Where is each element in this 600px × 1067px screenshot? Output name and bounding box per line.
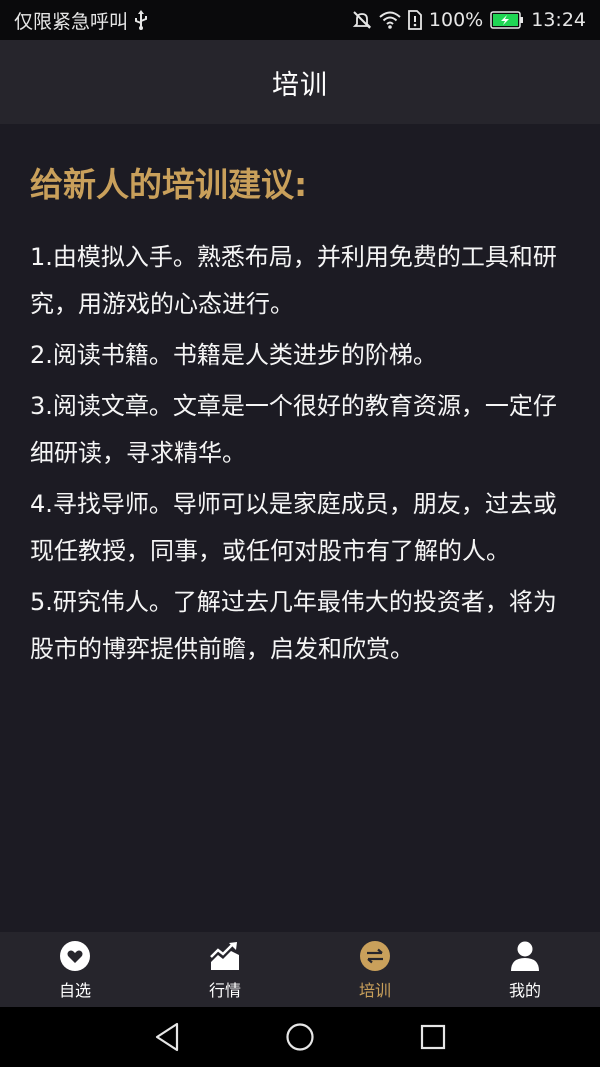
status-bar: 仅限紧急呼叫 100% 13:24 [0, 0, 600, 40]
back-icon[interactable] [151, 1021, 183, 1053]
person-icon [509, 940, 541, 972]
bottom-tab-bar: 自选 行情 培训 我的 [0, 932, 600, 1007]
status-right: 100% 13:24 [352, 9, 586, 31]
tab-market[interactable]: 行情 [150, 932, 300, 1007]
tab-label: 我的 [508, 981, 541, 1000]
recents-icon[interactable] [417, 1021, 449, 1053]
title-bar: 培训 [0, 40, 600, 124]
training-heading: 给新人的培训建议: [30, 165, 308, 204]
mute-icon [352, 10, 372, 30]
battery-percent: 100% [428, 9, 484, 31]
tab-favorites[interactable]: 自选 [0, 932, 150, 1007]
tip-item: 3.阅读文章。文章是一个很好的教育资源，一定仔细研读，寻求精华。 [30, 392, 557, 467]
tab-label: 行情 [208, 981, 241, 1000]
home-icon[interactable] [284, 1021, 316, 1053]
tab-profile[interactable]: 我的 [450, 932, 600, 1007]
sim-icon [408, 10, 422, 30]
carrier-text: 仅限紧急呼叫 [14, 10, 129, 33]
battery-charging-icon [490, 11, 524, 29]
tip-item: 5.研究伟人。了解过去几年最伟大的投资者，将为股市的博弈提供前瞻，启发和欣赏。 [30, 588, 557, 663]
tab-training[interactable]: 培训 [300, 932, 450, 1007]
system-nav-bar [0, 1007, 600, 1067]
wifi-icon [379, 11, 401, 29]
training-content: 给新人的培训建议: 1.由模拟入手。熟悉布局，并利用免费的工具和研究，用游戏的心… [0, 124, 600, 932]
app-screen: 仅限紧急呼叫 100% 13:24 培训 给新人的培训建议: 1.由模拟入手。熟… [0, 0, 600, 1067]
tab-label: 自选 [58, 981, 91, 1000]
chart-icon [209, 940, 241, 972]
exchange-icon [359, 940, 391, 972]
tip-item: 1.由模拟入手。熟悉布局，并利用免费的工具和研究，用游戏的心态进行。 [30, 243, 557, 318]
heart-icon [59, 940, 91, 972]
usb-icon [134, 10, 148, 30]
tip-item: 2.阅读书籍。书籍是人类进步的阶梯。 [30, 341, 437, 369]
status-time: 13:24 [531, 9, 586, 31]
status-left: 仅限紧急呼叫 [14, 7, 148, 34]
page-title: 培训 [272, 69, 328, 101]
tab-label: 培训 [358, 981, 391, 1000]
tip-item: 4.寻找导师。导师可以是家庭成员，朋友，过去或现任教授，同事，或任何对股市有了解… [30, 490, 557, 565]
